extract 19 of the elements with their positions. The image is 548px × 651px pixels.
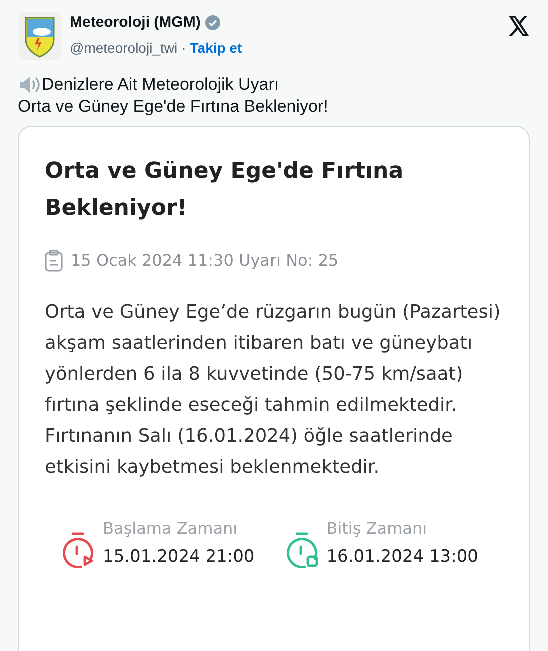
separator-dot: ·	[182, 38, 186, 58]
account-handle: @meteoroloji_twi	[70, 38, 178, 58]
post-text: Orta ve Güney Ege'de Fırtına Bekleniyor!	[18, 96, 328, 118]
card-title: Orta ve Güney Ege'de Fırtına Bekleniyor!	[45, 158, 405, 223]
time-value: 16.01.2024 13:00	[326, 546, 478, 569]
time-label: Başlama Zamanı	[103, 518, 239, 540]
account-name[interactable]: Meteoroloji (MGM)	[70, 12, 201, 34]
x-logo-icon[interactable]	[508, 16, 530, 36]
clipboard-icon	[45, 250, 63, 272]
follow-link[interactable]: Takip et	[190, 38, 242, 58]
warning-description: Orta ve Güney Ege’de rüzgarın bugün (Pazartesi) akşam saatlerinden itibaren batı ve güneybatı yönlerden 6 ila 8 kuvvetinde (50-75 km/saat) fırtına şeklinde eseceği tahmin edilmektedir. Fırtınanın Salı (16.01.2024) öğle saatlerinde etkisini kaybetmesi beklenmektedir.	[45, 301, 502, 480]
time-label: Bitiş Zamanı	[326, 518, 428, 540]
logo-icon[interactable]	[18, 12, 62, 60]
speaker-icon	[18, 75, 42, 95]
post-text: Denizlere Ait Meteorolojik Uyarı	[42, 74, 280, 96]
issue-date: 15 Ocak 2024 11:30 Uyarı No: 25	[71, 250, 339, 272]
verified-badge-icon	[204, 15, 221, 32]
stopwatch-stop-icon	[284, 530, 321, 570]
time-value: 15.01.2024 21:00	[103, 546, 255, 569]
